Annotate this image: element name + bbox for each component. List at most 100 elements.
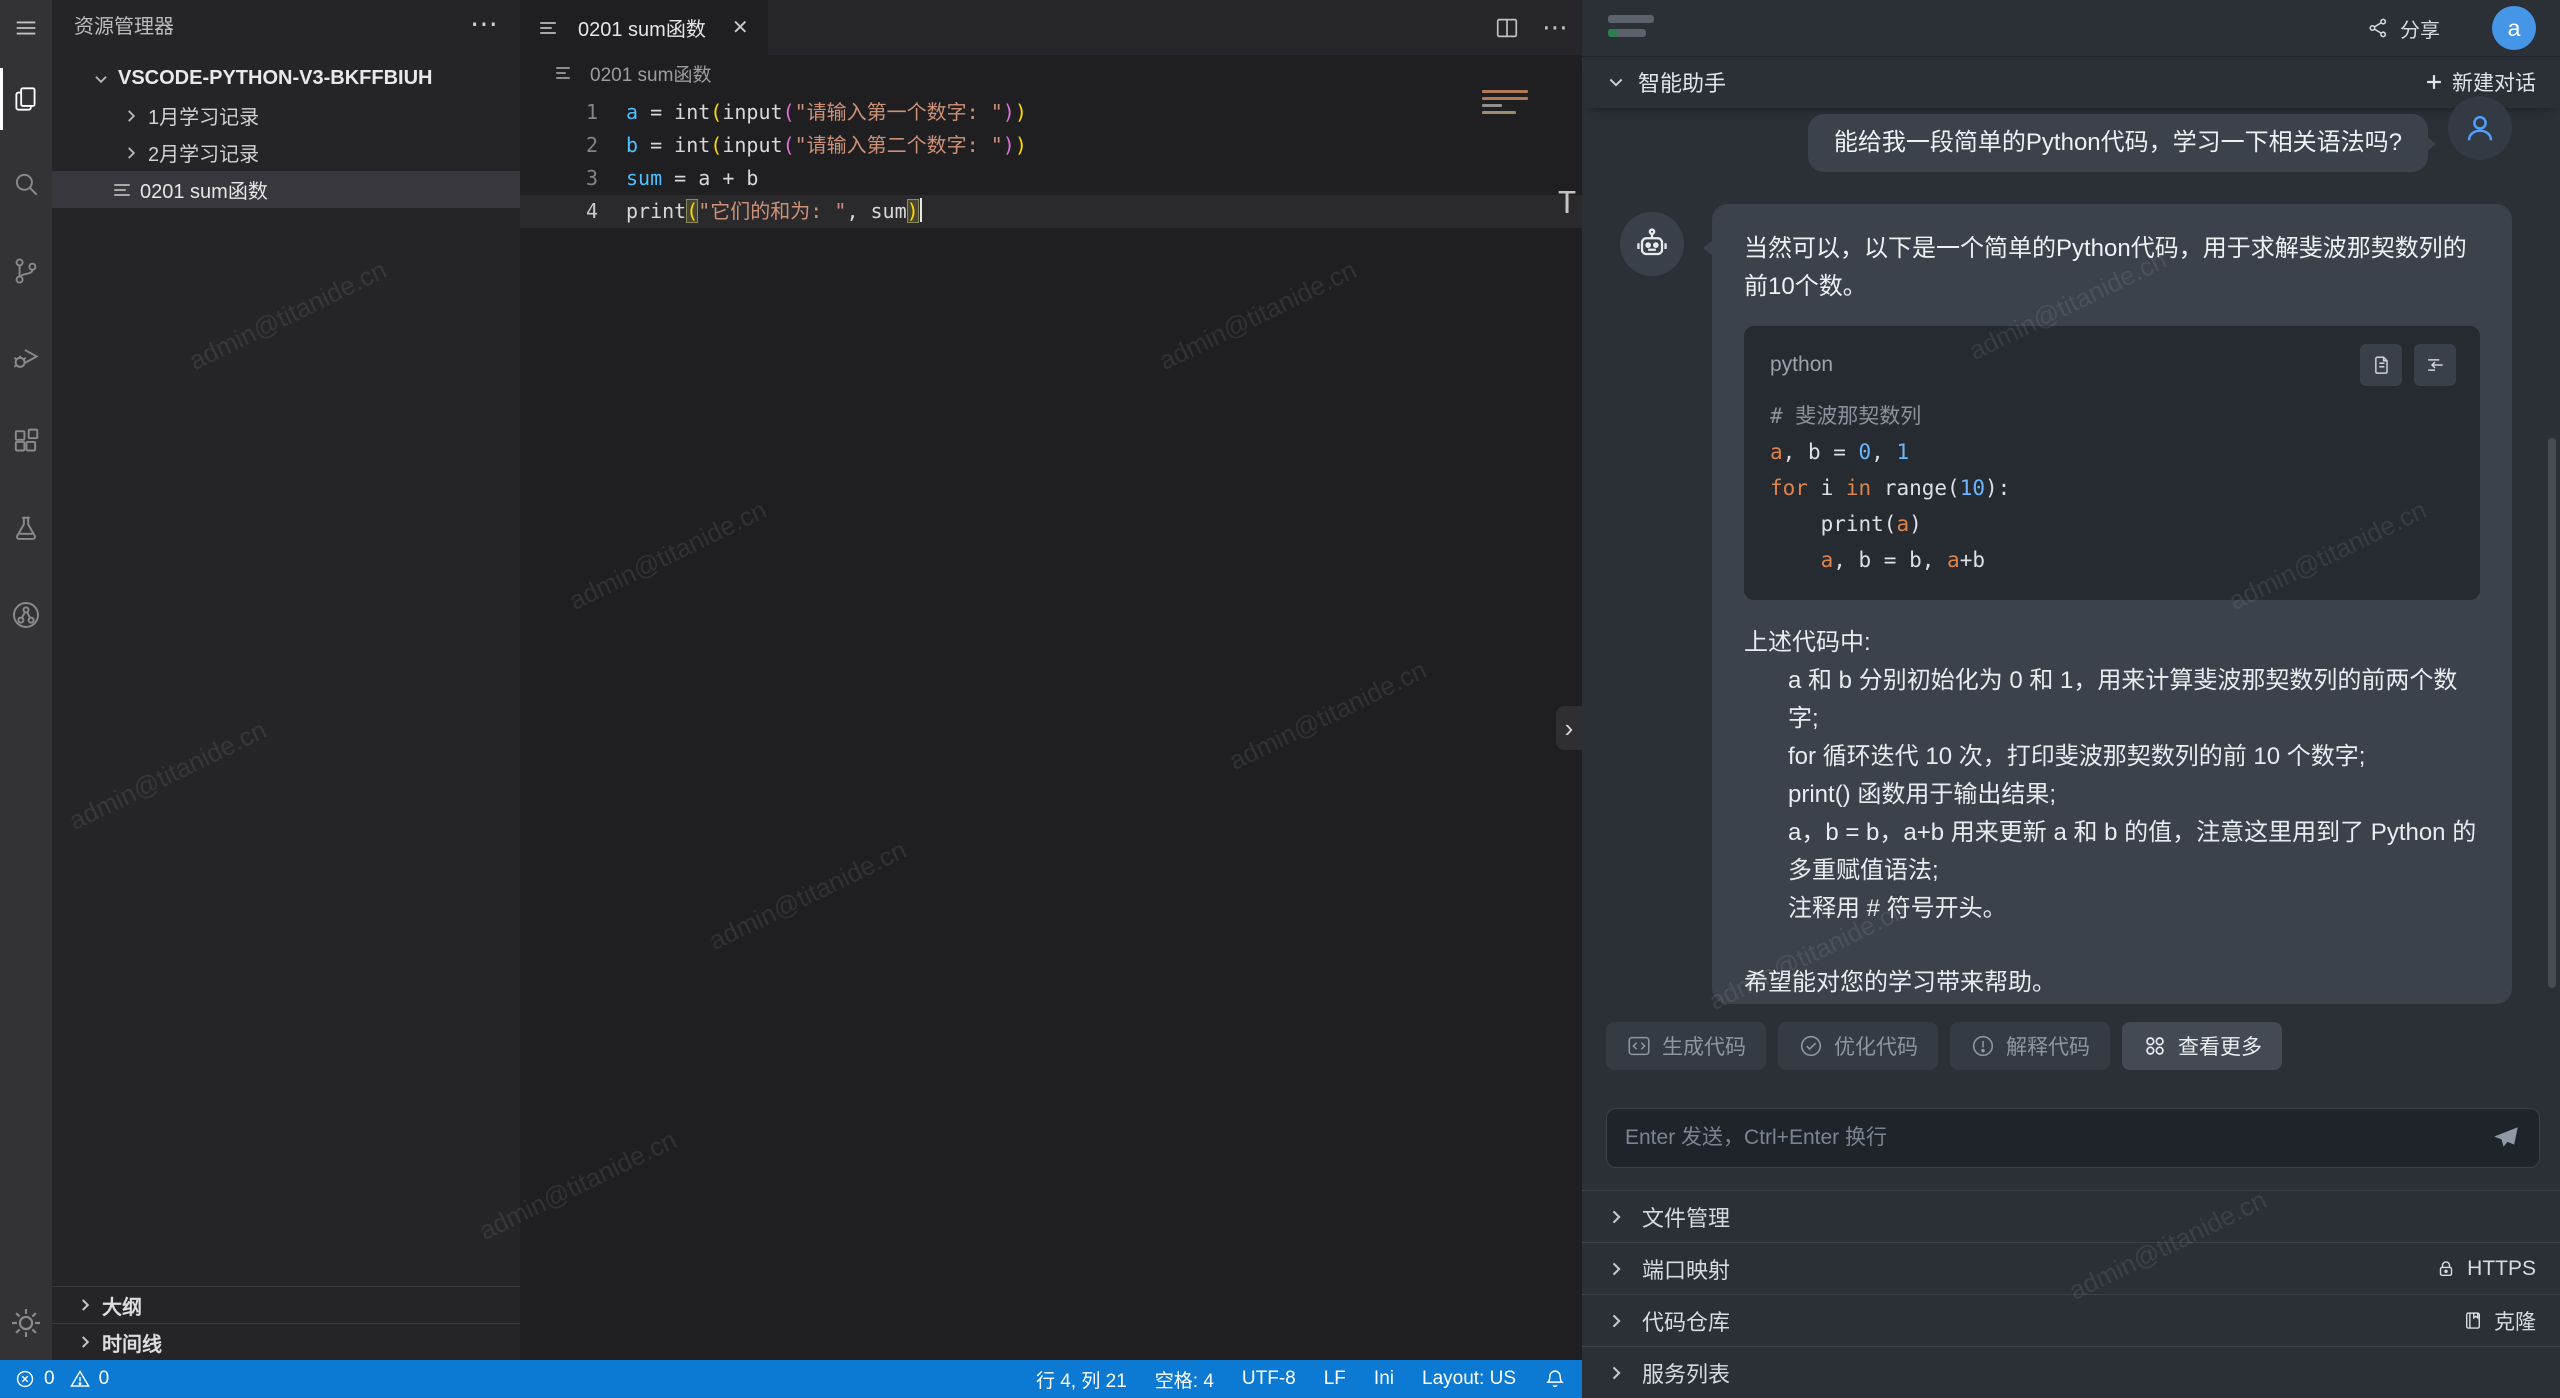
section-action-label: HTTPS — [2467, 1257, 2536, 1281]
panel-topbar: 分享 a — [1582, 0, 2560, 57]
lock-icon — [2435, 1258, 2457, 1280]
minimap[interactable] — [1482, 90, 1528, 118]
root-folder-label: VSCODE-PYTHON-V3-BKFFBIUH — [118, 67, 432, 90]
menu-icon[interactable] — [0, 0, 52, 56]
error-icon — [14, 1368, 36, 1390]
split-editor-icon[interactable] — [1494, 15, 1520, 41]
assistant-message-bubble: 当然可以，以下是一个简单的Python代码，用于求解斐波那契数列的前10个数。 … — [1712, 204, 2512, 1004]
status-bar: 0 0 行 4, 列 21 空格: 4 UTF-8 LF Ini Layout:… — [0, 1360, 1582, 1398]
breadcrumb-label: 0201 sum函数 — [590, 60, 711, 87]
breadcrumb[interactable]: 0201 sum函数 — [520, 55, 1582, 91]
code-language-label: python — [1770, 353, 1833, 377]
close-icon[interactable]: ✕ — [732, 15, 749, 40]
tree-root[interactable]: VSCODE-PYTHON-V3-BKFFBIUH — [52, 60, 520, 97]
encoding[interactable]: UTF-8 — [1242, 1368, 1296, 1390]
share-label: 分享 — [2400, 14, 2440, 43]
button-label: 优化代码 — [1834, 1031, 1918, 1061]
notifications-bell-icon[interactable] — [1544, 1368, 1566, 1390]
service-list-section[interactable]: 服务列表 — [1582, 1346, 2560, 1398]
tree-folder-feb[interactable]: 2月学习记录 — [52, 134, 520, 171]
language-mode[interactable]: Ini — [1374, 1368, 1394, 1390]
generate-code-button[interactable]: 生成代码 — [1606, 1022, 1766, 1070]
more-actions-icon[interactable]: ⋯ — [470, 19, 500, 29]
remote-explorer-icon[interactable] — [0, 572, 52, 658]
copy-code-icon[interactable] — [2360, 344, 2402, 386]
editor-tab[interactable]: 0201 sum函数 ✕ — [520, 0, 768, 55]
insert-code-icon[interactable] — [2414, 344, 2456, 386]
testing-flask-icon[interactable] — [0, 486, 52, 572]
error-count: 0 — [44, 1368, 55, 1390]
explain-code-button[interactable]: 解释代码 — [1950, 1022, 2110, 1070]
user-message-bubble: 能给我一段简单的Python代码，学习一下相关语法吗? — [1808, 114, 2428, 172]
problems-status[interactable]: 0 0 — [14, 1368, 109, 1390]
source-control-icon[interactable] — [0, 228, 52, 314]
chat-area: 能给我一段简单的Python代码，学习一下相关语法吗? 当然可以，以下是一个简单… — [1582, 108, 2560, 1013]
code-editor[interactable]: 1a = int(input("请输入第一个数字: "))2b = int(in… — [520, 96, 1582, 228]
tree-file-selected[interactable]: 0201 sum函数 — [52, 171, 520, 208]
view-more-button[interactable]: 查看更多 — [2122, 1022, 2282, 1070]
app-window: 资源管理器 ⋯ VSCODE-PYTHON-V3-BKFFBIUH 1月学习记录… — [0, 0, 2560, 1398]
explorer-sidebar: 资源管理器 ⋯ VSCODE-PYTHON-V3-BKFFBIUH 1月学习记录… — [52, 0, 520, 1360]
user-avatar — [2448, 96, 2512, 160]
tab-bar: 0201 sum函数 ✕ ⋯ — [520, 0, 1582, 55]
file-label: 0201 sum函数 — [140, 175, 268, 204]
chat-code-block: python # 斐波那契数列a, b = 0, 1for i in range… — [1744, 326, 2480, 600]
chevron-right-icon — [122, 107, 148, 125]
clone-button[interactable]: 克隆 — [2462, 1306, 2536, 1336]
quick-action-row: 生成代码 优化代码 解释代码 查看更多 — [1606, 1022, 2282, 1070]
new-chat-button[interactable]: 新建对话 — [2424, 67, 2536, 97]
chevron-right-icon — [122, 144, 148, 162]
explanation-line: 上述代码中: — [1744, 624, 2480, 662]
explanation-line: for 循环迭代 10 次，打印斐波那契数列的前 10 个数字; — [1788, 738, 2480, 776]
outline-label: 大纲 — [102, 1291, 142, 1320]
assistant-explanation: 上述代码中: a 和 b 分别初始化为 0 和 1，用来计算斐波那契数列的前两个… — [1744, 624, 2480, 928]
search-icon[interactable] — [0, 142, 52, 228]
settings-gear-icon[interactable] — [0, 1306, 52, 1340]
explanation-line: 注释用 # 符号开头。 — [1788, 890, 2480, 928]
chat-scrollbar[interactable] — [2548, 438, 2556, 988]
chevron-right-icon — [1606, 1363, 1626, 1383]
plus-icon — [2424, 72, 2444, 92]
file-manager-section[interactable]: 文件管理 — [1582, 1190, 2560, 1242]
send-icon[interactable] — [2491, 1123, 2521, 1153]
tab-title: 0201 sum函数 — [578, 13, 706, 42]
explorer-icon[interactable] — [0, 56, 52, 142]
drag-handle-icon[interactable] — [1608, 15, 1654, 43]
clone-repo-icon — [2462, 1310, 2484, 1332]
timeline-label: 时间线 — [102, 1328, 162, 1357]
port-mapping-section[interactable]: 端口映射 HTTPS — [1582, 1242, 2560, 1294]
chat-input-box[interactable] — [1606, 1108, 2540, 1168]
sidebar-title: 资源管理器 — [74, 10, 174, 39]
file-icon — [114, 184, 140, 196]
eol-sequence[interactable]: LF — [1324, 1368, 1346, 1390]
button-label: 查看更多 — [2178, 1031, 2262, 1061]
extensions-icon[interactable] — [0, 400, 52, 486]
section-label: 文件管理 — [1642, 1201, 1730, 1233]
chat-code-lines[interactable]: # 斐波那契数列a, b = 0, 1for i in range(10): p… — [1770, 398, 2456, 578]
chevron-down-icon[interactable] — [1606, 72, 1626, 92]
panel-expand-chevron[interactable]: › — [1556, 706, 1582, 750]
tree-folder-jan[interactable]: 1月学习记录 — [52, 97, 520, 134]
optimize-code-button[interactable]: 优化代码 — [1778, 1022, 1938, 1070]
section-action-label: 克隆 — [2494, 1306, 2536, 1336]
cursor-position[interactable]: 行 4, 列 21 — [1036, 1366, 1127, 1393]
run-debug-icon[interactable] — [0, 314, 52, 400]
user-account-avatar[interactable]: a — [2492, 6, 2536, 50]
code-repo-section[interactable]: 代码仓库 克隆 — [1582, 1294, 2560, 1346]
section-label: 端口映射 — [1642, 1253, 1730, 1285]
outline-section[interactable]: 大纲 — [52, 1286, 520, 1323]
https-button[interactable]: HTTPS — [2435, 1257, 2536, 1281]
indentation[interactable]: 空格: 4 — [1155, 1366, 1214, 1393]
assistant-robot-avatar — [1620, 212, 1684, 276]
chat-input[interactable] — [1607, 1126, 2539, 1150]
chevron-right-icon — [76, 1296, 102, 1314]
activity-bar — [0, 0, 52, 1360]
assistant-title: 智能助手 — [1638, 66, 1726, 98]
more-actions-icon[interactable]: ⋯ — [1542, 12, 1568, 43]
chevron-right-icon — [76, 1333, 102, 1351]
assistant-closing-text: 希望能对您的学习带来帮助。 — [1744, 962, 2480, 997]
keyboard-layout[interactable]: Layout: US — [1422, 1368, 1516, 1390]
share-button[interactable]: 分享 — [2366, 0, 2440, 56]
panel-sections: 文件管理 端口映射 HTTPS 代码仓库 — [1582, 1190, 2560, 1398]
timeline-section[interactable]: 时间线 — [52, 1323, 520, 1360]
